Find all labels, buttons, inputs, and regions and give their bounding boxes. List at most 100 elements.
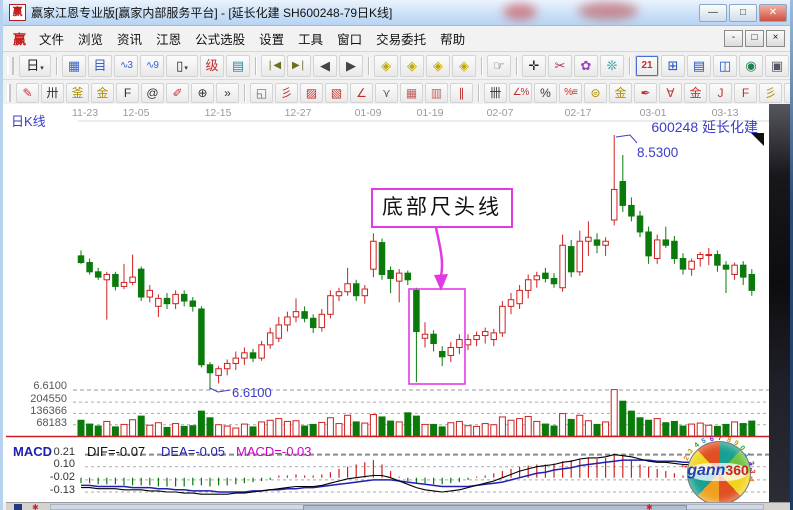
fan-tool-icon[interactable]: 彡 [275, 83, 298, 103]
restore-button[interactable]: □ [729, 4, 757, 22]
toolbar-main: 日▾▦目∿3∿9▯▾级▤❘◀▶❘◀▶◈◈◈◈☞✛✂✿❊21⊞▤◫◉▣ [3, 52, 793, 80]
desktop-glass-strip [769, 104, 790, 502]
glass-reflection [503, 4, 537, 20]
percent-levels-icon[interactable]: %≡ [559, 83, 582, 103]
date-axis-label: 12-05 [123, 107, 150, 119]
scrollbar-track[interactable] [50, 504, 764, 510]
menu-gann[interactable]: 江恩 [149, 31, 188, 49]
channel-tool-icon[interactable]: ∥ [450, 83, 473, 103]
macd-scale-label: 0.21 [41, 446, 75, 458]
grid-tool-icon[interactable]: ▦ [400, 83, 423, 103]
first-page-icon[interactable]: ❘◀ [261, 55, 285, 77]
menu-browse[interactable]: 浏览 [71, 31, 110, 49]
gold-line-icon[interactable]: 金 [684, 83, 707, 103]
gift-icon[interactable]: ✿ [574, 55, 598, 77]
calendar-icon[interactable]: 21 [635, 55, 659, 77]
quote-list-icon[interactable]: ▤ [687, 55, 711, 77]
golden-ratio-icon[interactable]: 金 [91, 83, 114, 103]
date-axis-label: 02-07 [487, 107, 514, 119]
volume-axis-label: 136366 [15, 405, 67, 417]
percent-tool-icon[interactable]: % [534, 83, 557, 103]
menu-logo-icon: 赢 [7, 29, 32, 48]
next-page-icon[interactable]: ▶ [339, 55, 363, 77]
f-line-icon[interactable]: F [734, 83, 757, 103]
scrollbar-thumb[interactable] [303, 505, 687, 510]
scroll-marker-icon[interactable]: ✱ [646, 504, 653, 510]
window-layout-icon[interactable]: ▦ [62, 55, 86, 77]
menu-file[interactable]: 文件 [32, 31, 71, 49]
j-line-icon[interactable]: J [709, 83, 732, 103]
date-axis-label: 12-27 [285, 107, 312, 119]
gann-center-icon[interactable]: ◈ [452, 55, 476, 77]
toolbar-grip[interactable] [7, 57, 14, 75]
menu-window[interactable]: 窗口 [330, 31, 369, 49]
gold-angle-icon[interactable]: 彡 [759, 83, 782, 103]
save-icon[interactable]: ◫ [713, 55, 737, 77]
draw-brush-icon[interactable]: ✎ [16, 83, 39, 103]
toolbar-separator [629, 57, 630, 75]
minimize-button[interactable]: — [699, 4, 727, 22]
date-axis-label: 02-17 [565, 107, 592, 119]
gann-expand-icon[interactable]: ◈ [426, 55, 450, 77]
window-title: 赢家江恩专业版[赢家内部服务平台] - [延长化建 SH600248-79日K线… [31, 4, 392, 21]
gold-levels-icon[interactable]: 金 [609, 83, 632, 103]
rect-tool-icon[interactable]: ◱ [250, 83, 273, 103]
kline-chart-area[interactable]: 日K线 11-2312-0512-1512-2701-0901-1902-070… [3, 104, 793, 502]
gann-fan-box-icon[interactable]: ▨ [300, 83, 323, 103]
trade-terminal-icon[interactable]: ▣ [765, 55, 789, 77]
gann-level-icon[interactable]: 级 [200, 55, 224, 77]
zigzag-tool-icon[interactable]: ⋎ [375, 83, 398, 103]
mdi-restore-button[interactable]: □ [745, 30, 764, 47]
gann-ruler-icon[interactable]: 卅 [41, 83, 64, 103]
cycle-tool-icon[interactable]: ⊕ [191, 83, 214, 103]
gold-circle-icon[interactable]: ⊜ [584, 83, 607, 103]
last-page-icon[interactable]: ▶❘ [287, 55, 311, 77]
calculator-icon[interactable]: ⊞ [661, 55, 685, 77]
close-button[interactable]: ✕ [759, 4, 787, 22]
info-panel-icon[interactable]: 目 [88, 55, 112, 77]
smart-brain-icon[interactable]: ❊ [600, 55, 624, 77]
spiral-tool-icon[interactable]: @ [141, 83, 164, 103]
export-disk-icon[interactable]: ◉ [739, 55, 763, 77]
color-chart-icon[interactable]: ▤ [226, 55, 250, 77]
percent-angle-icon[interactable]: ∠% [509, 83, 532, 103]
annotation-callout-box[interactable]: 底部尺头线 [371, 188, 513, 228]
scale-tool-icon[interactable]: 卌 [484, 83, 507, 103]
wave-3-icon[interactable]: ∿3 [114, 55, 138, 77]
cut-icon[interactable]: ✂ [548, 55, 572, 77]
price-axis-low-label: 6.6100 [15, 380, 67, 392]
crosshair-icon[interactable]: ✛ [522, 55, 546, 77]
menu-tools[interactable]: 工具 [291, 31, 330, 49]
menu-formula-stockpick[interactable]: 公式选股 [188, 31, 252, 49]
gann-shift-right-icon[interactable]: ◈ [400, 55, 424, 77]
kline-chart-canvas[interactable] [3, 104, 793, 502]
prev-page-icon[interactable]: ◀ [313, 55, 337, 77]
date-axis-label: 11-23 [72, 107, 98, 119]
gann360-watermark: gann360 12345678901234 [687, 441, 751, 505]
menu-news[interactable]: 资讯 [110, 31, 149, 49]
menu-help[interactable]: 帮助 [433, 31, 472, 49]
menu-settings[interactable]: 设置 [252, 31, 291, 49]
double-top-icon[interactable]: ∀ [659, 83, 682, 103]
angle-tool-icon[interactable]: ∠ [350, 83, 373, 103]
gann-shift-left-icon[interactable]: ◈ [374, 55, 398, 77]
golden-section-icon[interactable]: 釜 [66, 83, 89, 103]
toolbar-grip[interactable] [7, 84, 11, 102]
mdi-close-button[interactable]: × [766, 30, 785, 47]
fib-tool-icon[interactable]: F [116, 83, 139, 103]
macd-dea-value: DEA=-0.05 [161, 444, 225, 459]
more-tools-chevron[interactable]: » [216, 83, 239, 103]
wave-9-icon[interactable]: ∿9 [140, 55, 164, 77]
gann-ray-box-icon[interactable]: ▧ [325, 83, 348, 103]
grid2-tool-icon[interactable]: ▥ [425, 83, 448, 103]
hand-tool-icon[interactable]: ☞ [487, 55, 511, 77]
period-selector[interactable]: 日▾ [19, 55, 51, 77]
candle-style-icon[interactable]: ▯▾ [166, 55, 198, 77]
measure-pen-icon[interactable]: ✐ [166, 83, 189, 103]
flag-pen-icon[interactable]: ✒ [634, 83, 657, 103]
mdi-minimize-button[interactable]: - [724, 30, 743, 47]
menu-trade[interactable]: 交易委托 [369, 31, 433, 49]
gann360-text: gann [687, 462, 725, 479]
status-app-icon[interactable] [14, 504, 22, 510]
status-marker-icon[interactable]: ✱ [32, 504, 39, 510]
